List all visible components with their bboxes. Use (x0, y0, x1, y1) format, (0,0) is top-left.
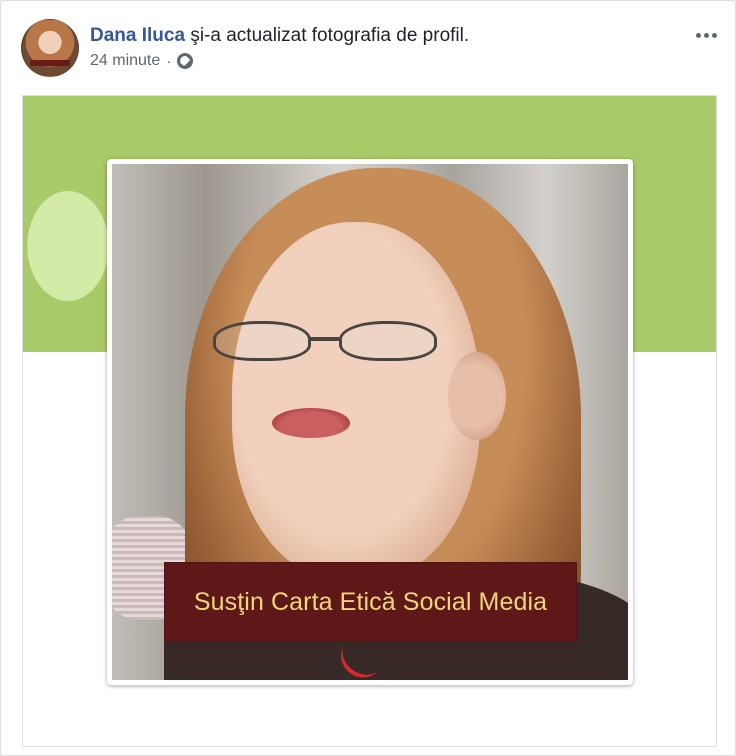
profile-frame-text: Susţin Carta Etică Social Media (193, 588, 548, 616)
glasses-bridge (309, 337, 340, 341)
post-action-text: şi-a actualizat fotografia de profil. (185, 25, 470, 46)
profile-update-media[interactable]: Susţin Carta Etică Social Media (22, 95, 717, 747)
more-icon (711, 32, 717, 38)
face (232, 222, 480, 580)
author-name-link[interactable]: Dana Iluca (90, 25, 185, 46)
right-glasses-lens (339, 321, 437, 361)
profile-picture-frame[interactable]: Susţin Carta Etică Social Media (107, 159, 633, 685)
more-icon (703, 32, 709, 38)
facebook-post-card: Dana Iluca şi-a actualizat fotografia de… (0, 0, 736, 756)
author-avatar[interactable] (21, 19, 79, 77)
glasses (213, 321, 449, 361)
lips (272, 408, 350, 438)
meta-separator: · (166, 52, 172, 70)
ear (448, 352, 506, 440)
post-title-line: Dana Iluca şi-a actualizat fotografia de… (90, 25, 469, 47)
more-icon (695, 32, 701, 38)
profile-frame-banner: Susţin Carta Etică Social Media (164, 562, 577, 642)
left-glasses-lens (213, 321, 311, 361)
post-meta: 24 minute · (90, 52, 469, 70)
avatar-caption-banner (30, 60, 70, 66)
post-header: Dana Iluca şi-a actualizat fotografia de… (21, 19, 721, 81)
post-time[interactable]: 24 minute (90, 52, 160, 70)
more-options-button[interactable] (691, 23, 721, 47)
profile-picture[interactable]: Susţin Carta Etică Social Media (112, 164, 628, 680)
post-header-text: Dana Iluca şi-a actualizat fotografia de… (90, 25, 469, 70)
globe-icon[interactable] (177, 53, 194, 69)
